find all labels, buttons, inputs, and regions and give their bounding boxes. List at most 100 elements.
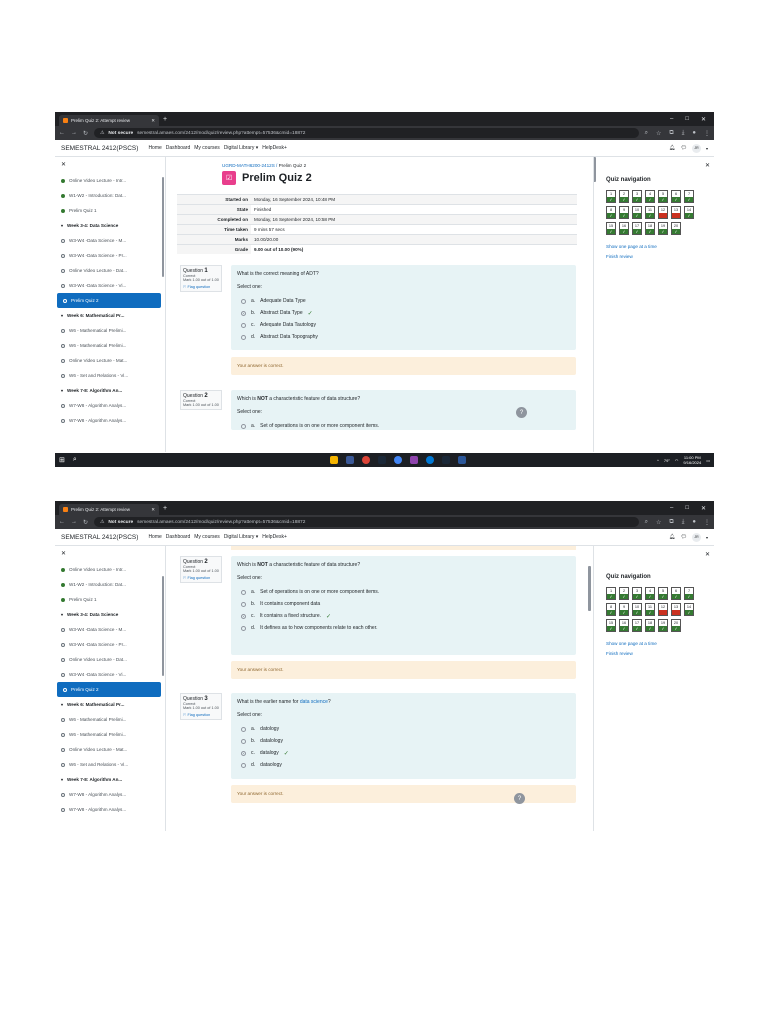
nav-my-courses[interactable]: My courses bbox=[194, 534, 220, 540]
quiz-nav-question-button[interactable]: 2 ✓ bbox=[619, 587, 629, 600]
course-index-item[interactable]: W7-W8 - Algorithm Analys... bbox=[55, 802, 165, 817]
answer-option[interactable]: a. Adequate Data Type bbox=[237, 295, 570, 307]
nav-digital-library[interactable]: Digital Library ▾ bbox=[224, 534, 258, 540]
quiz-nav-question-button[interactable]: 9 ✓ bbox=[619, 206, 629, 219]
extensions-icon[interactable]: ⧉ bbox=[669, 519, 673, 526]
nav-dashboard[interactable]: Dashboard bbox=[166, 534, 190, 540]
taskbar-search-icon[interactable]: ⌕ bbox=[73, 456, 77, 464]
menu-kebab-icon[interactable]: ⋮ bbox=[704, 519, 710, 526]
course-index-item[interactable]: Prelim Quiz 2 bbox=[57, 293, 161, 308]
browser-tab[interactable]: Prelim Quiz 2: Attempt review ✕ bbox=[59, 504, 159, 515]
forward-icon[interactable]: → bbox=[71, 130, 77, 136]
app-icon[interactable] bbox=[410, 456, 418, 464]
course-index-item[interactable]: Prelim Quiz 1 bbox=[55, 203, 165, 218]
quiz-nav-question-button[interactable]: 10 ✓ bbox=[632, 603, 642, 616]
breadcrumb-course[interactable]: UGRD-MATH6200-2412S bbox=[222, 163, 275, 168]
radio-button[interactable] bbox=[241, 738, 246, 744]
quiz-nav-question-button[interactable]: 3 ✓ bbox=[632, 190, 642, 203]
maximize-icon[interactable]: □ bbox=[685, 505, 689, 512]
course-index-item[interactable]: W3-W4 -Data Science - M... bbox=[55, 622, 165, 637]
notification-bell-icon[interactable]: 🔔︎ bbox=[669, 145, 675, 151]
quiz-nav-question-button[interactable]: 15 ✓ bbox=[606, 222, 616, 235]
quiz-nav-question-button[interactable]: 14 ✓ bbox=[684, 603, 694, 616]
nav-helpdesk[interactable]: HelpDesk+ bbox=[262, 534, 287, 540]
course-index-item[interactable]: Online Video Lecture - Intr... bbox=[55, 173, 165, 188]
course-index-item[interactable]: W6 - Set and Relations - Vi... bbox=[55, 368, 165, 383]
close-window-icon[interactable]: ✕ bbox=[701, 116, 706, 123]
course-index-item[interactable]: Prelim Quiz 1 bbox=[55, 592, 165, 607]
flag-question-button[interactable]: ⚐ Flag question bbox=[183, 284, 219, 289]
minimize-icon[interactable]: – bbox=[670, 116, 673, 123]
answer-option[interactable]: c. Adequate Data Tautology bbox=[237, 319, 570, 331]
course-index-item[interactable]: Online Video Lecture - Mat... bbox=[55, 353, 165, 368]
quiz-nav-question-button[interactable]: 14 ✓ bbox=[684, 206, 694, 219]
show-one-page-link[interactable]: Show one page at a time bbox=[606, 639, 657, 649]
page-scrollbar[interactable] bbox=[588, 566, 591, 611]
course-index-item[interactable]: W3-W4 -Data Science - Vi... bbox=[55, 667, 165, 682]
quiz-nav-question-button[interactable]: 13 bbox=[671, 206, 681, 219]
course-index-item[interactable]: W3-W4 -Data Science - M... bbox=[55, 233, 165, 248]
chrome-icon[interactable] bbox=[394, 456, 402, 464]
quiz-nav-question-button[interactable]: 19 ✓ bbox=[658, 619, 668, 632]
zoom-icon[interactable]: ⌕ bbox=[645, 519, 648, 526]
download-icon[interactable]: ⤓ bbox=[682, 130, 685, 137]
course-index-item[interactable]: W6 - Mathematical Prelimi... bbox=[55, 727, 165, 742]
nav-dashboard[interactable]: Dashboard bbox=[166, 145, 190, 151]
clock[interactable]: 11:00 PM 9/16/2024 bbox=[683, 455, 701, 465]
answer-option[interactable]: a. Set of operations is on one or more co… bbox=[237, 586, 570, 598]
browser-tab[interactable]: Prelim Quiz 2: Attempt review ✕ bbox=[59, 115, 159, 126]
radio-button[interactable] bbox=[241, 322, 246, 328]
new-tab-icon[interactable]: + bbox=[163, 116, 167, 123]
course-index-item[interactable]: W1-W2 - Introduction: Dat... bbox=[55, 188, 165, 203]
quiz-nav-question-button[interactable]: 7 ✓ bbox=[684, 587, 694, 600]
back-icon[interactable]: ← bbox=[59, 130, 65, 136]
course-index-section[interactable]: ▾ Week 3-4: Data Science bbox=[55, 218, 165, 233]
quiz-nav-question-button[interactable]: 20 ✓ bbox=[671, 222, 681, 235]
drawer-scrollbar[interactable] bbox=[162, 576, 164, 676]
zoom-icon[interactable]: ⌕ bbox=[645, 130, 648, 137]
windows-start-icon[interactable]: ⊞ bbox=[59, 456, 65, 464]
notifications-icon[interactable]: ▭ bbox=[706, 458, 710, 463]
course-index-item[interactable]: W6 - Set and Relations - Vi... bbox=[55, 757, 165, 772]
course-index-item[interactable]: Online Video Lecture - Intr... bbox=[55, 562, 165, 577]
bookmark-star-icon[interactable]: ☆ bbox=[656, 519, 661, 526]
quiz-nav-question-button[interactable]: 17 ✓ bbox=[632, 222, 642, 235]
course-index-section[interactable]: ▾ Week 7-8: Algorithm An... bbox=[55, 383, 165, 398]
chevron-down-icon[interactable]: ▾ bbox=[706, 146, 708, 151]
answer-option[interactable]: a. datology bbox=[237, 723, 570, 735]
word-icon[interactable] bbox=[458, 456, 466, 464]
back-icon[interactable]: ← bbox=[59, 519, 65, 525]
site-name[interactable]: SEMESTRAL 2412(PSCS) bbox=[61, 534, 138, 541]
radio-button[interactable] bbox=[241, 310, 246, 316]
quiz-nav-question-button[interactable]: 19 ✓ bbox=[658, 222, 668, 235]
close-window-icon[interactable]: ✕ bbox=[701, 505, 706, 512]
radio-button[interactable] bbox=[241, 334, 246, 340]
chevron-down-icon[interactable]: ▾ bbox=[706, 535, 708, 540]
tray-chevron-icon[interactable]: ^ bbox=[657, 458, 659, 463]
close-drawer-icon[interactable]: ✕ bbox=[55, 546, 165, 562]
radio-button[interactable] bbox=[241, 589, 246, 595]
quiz-nav-question-button[interactable]: 7 ✓ bbox=[684, 190, 694, 203]
close-block-icon[interactable]: ✕ bbox=[705, 162, 710, 169]
show-one-page-link[interactable]: Show one page at a time bbox=[606, 242, 657, 252]
answer-option[interactable]: b. datalology bbox=[237, 735, 570, 747]
url-field[interactable]: ⚠ Not secure semestral.amaes.com/2412/mo… bbox=[94, 517, 639, 527]
quiz-nav-question-button[interactable]: 4 ✓ bbox=[645, 587, 655, 600]
quiz-nav-question-button[interactable]: 5 ✓ bbox=[658, 190, 668, 203]
quiz-nav-question-button[interactable]: 12 bbox=[658, 206, 668, 219]
answer-option[interactable]: b. Abstract Data Type ✓ bbox=[237, 307, 570, 319]
file-explorer-icon[interactable] bbox=[330, 456, 338, 464]
minimize-icon[interactable]: – bbox=[670, 505, 673, 512]
answer-option[interactable]: c. datalogy ✓ bbox=[237, 747, 570, 759]
quiz-nav-question-button[interactable]: 1 ✓ bbox=[606, 587, 616, 600]
answer-option[interactable]: a. Set of operations is on one or more co… bbox=[237, 420, 570, 432]
answer-option[interactable]: d. It defines as to how components relate… bbox=[237, 622, 570, 634]
radio-button[interactable] bbox=[241, 613, 246, 619]
avatar[interactable]: JR bbox=[691, 532, 701, 542]
close-block-icon[interactable]: ✕ bbox=[705, 551, 710, 558]
answer-option[interactable]: d. Abstract Data Topography bbox=[237, 331, 570, 343]
site-name[interactable]: SEMESTRAL 2412(PSCS) bbox=[61, 145, 138, 152]
close-tab-icon[interactable]: ✕ bbox=[151, 507, 155, 513]
course-index-item[interactable]: Online Video Lecture - Mat... bbox=[55, 742, 165, 757]
quiz-nav-question-button[interactable]: 20 ✓ bbox=[671, 619, 681, 632]
